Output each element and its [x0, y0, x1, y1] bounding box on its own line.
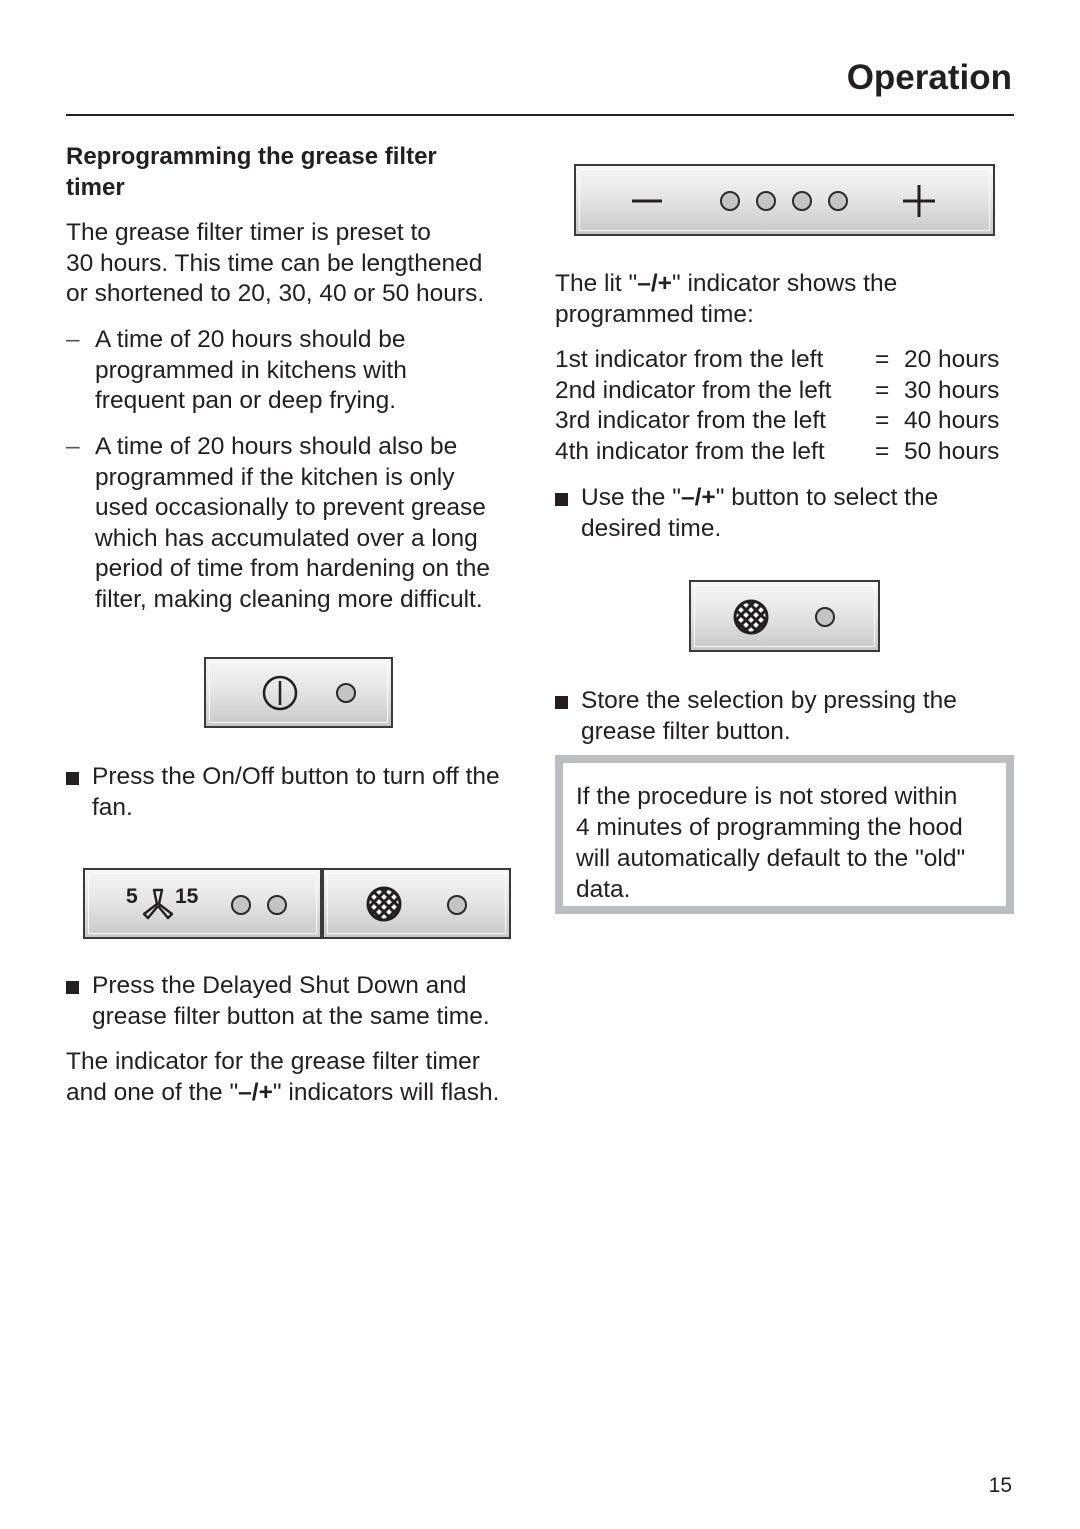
list-line: A time of 20 hours should also be — [95, 433, 458, 460]
equals-sign: = — [875, 437, 890, 465]
indicator-label: 4th indicator from the left — [555, 437, 825, 465]
time-indicator-3 — [792, 191, 812, 211]
equals-sign: = — [875, 376, 890, 404]
delay-5-label: 5 — [126, 885, 138, 908]
delay-15-label: 15 — [175, 885, 199, 908]
grease-filter-icon[interactable] — [733, 599, 769, 635]
hours-value: 40 hours — [904, 407, 1000, 434]
minus-plus-symbol: –/+ — [238, 1078, 273, 1106]
lit-indicator-paragraph: The lit "–/+" indicator shows the progra… — [555, 269, 1015, 330]
grease-filter-panel — [322, 868, 511, 939]
time-indicator-4 — [828, 191, 848, 211]
indicator-table: 1st indicator from the left = 20 hours 2… — [555, 345, 1015, 469]
step-item: Use the "–/+" button to select the desir… — [555, 483, 1015, 545]
text-fragment: and one of the " — [66, 1078, 239, 1106]
list-line: period of time from hardening on the — [95, 555, 490, 582]
bullet-square-icon — [555, 493, 568, 506]
indicator-label: 3rd indicator from the left — [555, 407, 826, 434]
note-box: If the procedure is not stored within 4 … — [555, 755, 1014, 914]
hours-value: 20 hours — [904, 346, 1000, 373]
text-fragment: " indicator shows the — [671, 270, 898, 297]
intro-line: 30 hours. This time can be lengthened — [66, 249, 483, 277]
header-rule — [66, 114, 1014, 116]
grease-filter-indicator-light — [815, 607, 835, 627]
step-item: Press the Delayed Shut Down and grease f… — [66, 971, 536, 1033]
grease-filter-indicator-light — [447, 895, 467, 915]
indicator-label: 1st indicator from the left — [555, 346, 824, 373]
list-line: programmed if the kitchen is only — [95, 463, 455, 491]
plus-button-icon[interactable] — [903, 185, 935, 217]
lit-line: The lit "–/+" indicator shows the — [555, 269, 1015, 300]
indicator-label: 2nd indicator from the left — [555, 376, 832, 404]
heading-line: timer — [66, 173, 125, 201]
dash-list-item: – A time of 20 hours should also be prog… — [66, 432, 536, 617]
grease-filter-store-panel — [689, 580, 880, 652]
list-line: programmed in kitchens with — [95, 356, 407, 384]
text-fragment: " button to select the — [715, 484, 939, 511]
note-line: will automatically default to the "old" — [576, 845, 966, 872]
delay-indicator-light-1 — [231, 895, 251, 915]
note-line: 4 minutes of programming the hood — [576, 814, 963, 841]
step-line: fan. — [92, 793, 133, 821]
equals-sign: = — [875, 407, 890, 434]
list-line: which has accumulated over a long — [95, 524, 478, 552]
step-line: desired time. — [581, 514, 722, 542]
minus-plus-symbol: –/+ — [637, 270, 672, 297]
power-icon[interactable] — [261, 674, 299, 712]
flash-line: and one of the "–/+" indicators will fla… — [66, 1078, 536, 1109]
delay-indicator-light-2 — [267, 895, 287, 915]
step-item: Store the selection by pressing the grea… — [555, 686, 1015, 748]
time-indicator-2 — [756, 191, 776, 211]
minus-plus-panel — [574, 164, 995, 236]
step-line: grease filter button. — [581, 717, 791, 745]
text-fragment: Use the " — [581, 484, 681, 511]
list-line: filter, making cleaning more difficult. — [95, 585, 483, 613]
hours-value: 50 hours — [904, 437, 1000, 465]
lit-line: programmed time: — [555, 300, 754, 328]
grease-filter-icon[interactable] — [366, 886, 402, 922]
page-number: 15 — [988, 1474, 1012, 1497]
section-title: Operation — [846, 58, 1012, 97]
list-line: used occasionally to prevent grease — [95, 494, 486, 521]
bullet-square-icon — [66, 772, 79, 785]
step-item: Press the On/Off button to turn off the … — [66, 762, 536, 824]
heading-line: Reprogramming the grease filter — [66, 143, 437, 170]
list-line: A time of 20 hours should be — [95, 326, 406, 353]
hours-value: 30 hours — [904, 376, 1000, 404]
delayed-shutdown-panel: 5 15 — [83, 868, 322, 939]
bullet-square-icon — [66, 981, 79, 994]
step-line: Press the Delayed Shut Down and — [92, 972, 467, 999]
step-line: Store the selection by pressing the — [581, 687, 957, 714]
intro-line: The grease filter timer is preset to — [66, 219, 431, 246]
dash-marker: – — [66, 433, 80, 460]
flash-paragraph: The indicator for the grease filter time… — [66, 1047, 536, 1108]
step-line: Use the "–/+" button to select the — [581, 483, 938, 514]
equals-sign: = — [875, 346, 890, 373]
step-line: Press the On/Off button to turn off the — [92, 763, 500, 790]
text-fragment: The lit " — [555, 270, 638, 297]
onoff-panel — [204, 657, 393, 728]
text-fragment: " indicators will flash. — [272, 1078, 500, 1106]
time-indicator-1 — [720, 191, 740, 211]
step-line: grease filter button at the same time. — [92, 1002, 490, 1030]
note-line: If the procedure is not stored within — [576, 783, 958, 810]
note-line: data. — [576, 876, 631, 903]
list-line: frequent pan or deep frying. — [95, 387, 397, 414]
fan-icon[interactable] — [141, 888, 175, 920]
minus-button-icon[interactable] — [632, 199, 662, 203]
flash-line: The indicator for the grease filter time… — [66, 1048, 480, 1075]
dash-list-item: – A time of 20 hours should be programme… — [66, 325, 526, 420]
onoff-indicator-light — [336, 683, 356, 703]
minus-plus-symbol: –/+ — [680, 484, 716, 511]
bullet-square-icon — [555, 696, 568, 709]
intro-paragraph: The grease filter timer is preset to 30 … — [66, 218, 484, 310]
subsection-heading: Reprogramming the grease filter timer — [66, 142, 437, 203]
intro-line: or shortened to 20, 30, 40 or 50 hours. — [66, 280, 485, 307]
dash-marker: – — [66, 326, 80, 353]
